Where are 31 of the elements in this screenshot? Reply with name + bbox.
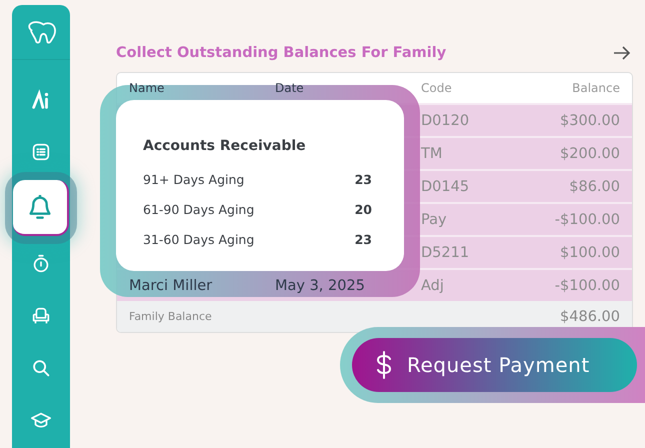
checklist-icon <box>30 141 52 163</box>
aging-count: 23 <box>354 232 372 246</box>
aging-label: 91+ Days Aging <box>143 172 244 186</box>
request-payment-button[interactable]: Request Payment <box>340 327 645 403</box>
aging-count: 20 <box>354 202 372 216</box>
search-icon <box>30 357 52 379</box>
aging-label: 31-60 Days Aging <box>143 232 254 246</box>
aging-count: 23 <box>354 172 372 186</box>
column-header: Code <box>421 81 453 95</box>
table-cell-text: $86.00 <box>568 178 620 194</box>
table-cell-text: $300.00 <box>559 112 620 128</box>
total-label: Family Balance <box>129 310 213 323</box>
table-cell-text: D0120 <box>421 112 470 128</box>
card-title: Accounts Receivable <box>143 138 307 154</box>
column-header: Name <box>129 81 166 95</box>
table-cell-text: D5211 <box>421 244 470 260</box>
column-header: Balance <box>571 81 620 95</box>
table-cell-text: -$100.00 <box>554 278 620 294</box>
total-amount: $486.00 <box>559 308 620 324</box>
arrow-right-icon[interactable] <box>613 46 631 60</box>
table-cell-text: TM <box>421 146 444 162</box>
panel-title: Collect Outstanding Balances For Family <box>116 45 446 61</box>
column-header: Date <box>275 81 305 95</box>
table-cell-text: Adj <box>421 278 445 294</box>
aging-label: 61-90 Days Aging <box>143 202 254 216</box>
table-cell-text: -$100.00 <box>554 212 620 228</box>
sidebar-item[interactable] <box>13 180 69 236</box>
table-cell-text: Pay <box>421 212 448 228</box>
table-cell-text: $200.00 <box>559 146 620 162</box>
table-cell-text: D0145 <box>421 178 470 194</box>
table-cell-text: $100.00 <box>559 244 620 260</box>
